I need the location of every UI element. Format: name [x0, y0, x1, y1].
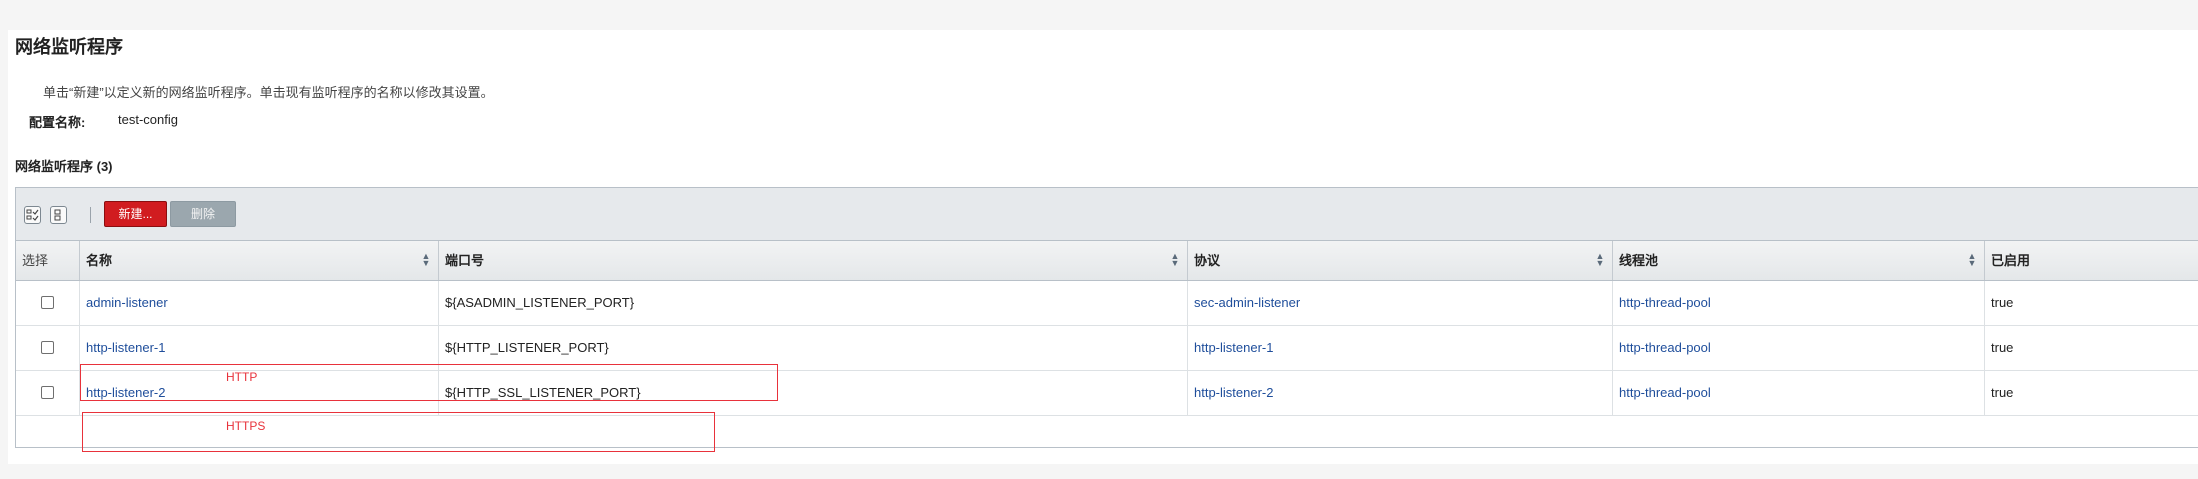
config-name-value: test-config [118, 112, 178, 127]
thread-pool-link[interactable]: http-thread-pool [1613, 281, 1985, 325]
delete-button[interactable]: 删除 [170, 201, 236, 227]
row-checkbox[interactable] [41, 386, 54, 399]
thread-pool-link[interactable]: http-thread-pool [1613, 326, 1985, 370]
row-checkbox[interactable] [41, 341, 54, 354]
row-checkbox[interactable] [41, 296, 54, 309]
sort-icon[interactable]: ▲ ▼ [420, 252, 432, 268]
thread-pool-link[interactable]: http-thread-pool [1613, 371, 1985, 415]
select-all-icon[interactable] [24, 206, 41, 224]
column-header-protocol-label: 协议 [1194, 253, 1221, 268]
select-cell [16, 371, 80, 415]
column-header-port[interactable]: 端口号 ▲ ▼ [439, 241, 1188, 280]
https-annotation-box [82, 412, 715, 452]
config-name-label: 配置名称: [29, 115, 86, 130]
column-header-thread-pool[interactable]: 线程池 ▲ ▼ [1613, 241, 1985, 280]
column-header-enabled-label: 已启用 [1991, 253, 2031, 268]
protocol-link[interactable]: sec-admin-listener [1188, 281, 1613, 325]
listeners-table: 新建... 删除 选择 名称 ▲ ▼ 端口号 ▲ ▼ 协议 ▲ ▼ 线程池 ▲ ▼ 已启… [15, 187, 2198, 448]
deselect-all-icon[interactable] [50, 206, 67, 224]
protocol-link[interactable]: http-listener-1 [1188, 326, 1613, 370]
sort-icon[interactable]: ▲ ▼ [1169, 252, 1181, 268]
sort-icon[interactable]: ▲ ▼ [1966, 252, 1978, 268]
column-header-name-label: 名称 [86, 253, 113, 268]
column-header-thread-pool-label: 线程池 [1619, 253, 1659, 268]
column-header-name[interactable]: 名称 ▲ ▼ [80, 241, 439, 280]
column-header-protocol[interactable]: 协议 ▲ ▼ [1188, 241, 1613, 280]
table-header-row: 选择 名称 ▲ ▼ 端口号 ▲ ▼ 协议 ▲ ▼ 线程池 ▲ ▼ 已启用 [16, 241, 2198, 281]
enabled-cell: true [1991, 295, 2014, 310]
column-header-port-label: 端口号 [445, 253, 485, 268]
help-text: 单击“新建”以定义新的网络监听程序。单击现有监听程序的名称以修改其设置。 [43, 85, 494, 100]
column-header-enabled[interactable]: 已启用 [1985, 241, 2198, 280]
column-header-select: 选择 [16, 241, 80, 280]
http-annotation-label: HTTP [226, 370, 258, 384]
http-annotation-box [80, 364, 778, 401]
page-title: 网络监听程序 [15, 37, 123, 57]
toolbar-separator [90, 207, 91, 223]
table-row: admin-listener ${ASADMIN_LISTENER_PORT} … [16, 281, 2198, 326]
enabled-cell: true [1991, 340, 2014, 355]
select-cell [16, 326, 80, 370]
port-cell: ${ASADMIN_LISTENER_PORT} [439, 281, 1188, 325]
https-annotation-label: HTTPS [226, 419, 266, 433]
table-title: 网络监听程序 (3) [15, 159, 113, 174]
sort-icon[interactable]: ▲ ▼ [1594, 252, 1606, 268]
new-button[interactable]: 新建... [104, 201, 167, 227]
enabled-cell: true [1991, 385, 2014, 400]
protocol-link[interactable]: http-listener-2 [1188, 371, 1613, 415]
listener-name-link[interactable]: admin-listener [80, 281, 439, 325]
select-cell [16, 281, 80, 325]
table-toolbar: 新建... 删除 [16, 188, 2198, 241]
